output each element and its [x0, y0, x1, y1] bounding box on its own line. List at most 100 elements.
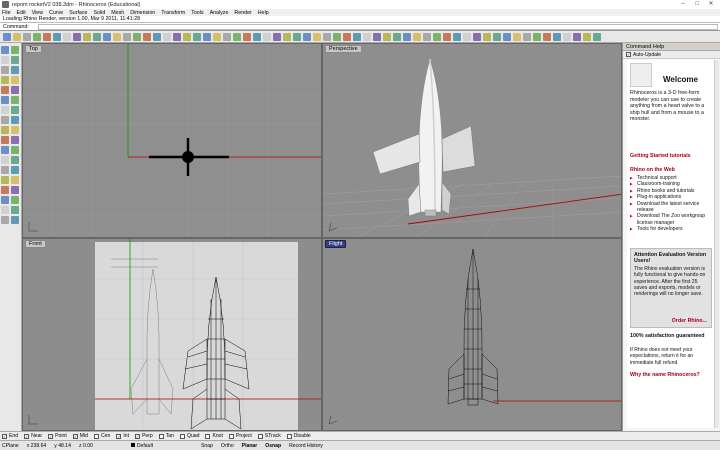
sidebar-tool-icon[interactable]: [1, 86, 9, 94]
osnap-checkbox[interactable]: [205, 433, 211, 439]
toolbar-tool-icon[interactable]: [473, 32, 481, 41]
toolbar-tool-icon[interactable]: [463, 32, 471, 41]
osnap-checkbox[interactable]: [228, 433, 234, 439]
close-icon[interactable]: ✕: [704, 0, 718, 8]
menu-curve[interactable]: Curve: [49, 10, 63, 16]
order-rhino-link[interactable]: Order Rhino...: [672, 318, 707, 324]
osnap-checkbox[interactable]: ✓: [116, 433, 122, 439]
panel-scrollbar[interactable]: [714, 60, 719, 428]
menu-transform[interactable]: Transform: [161, 10, 185, 16]
osnap-cen[interactable]: Cen: [93, 433, 110, 439]
osnap-tan[interactable]: Tan: [158, 433, 174, 439]
sidebar-tool-icon[interactable]: [1, 56, 9, 64]
toolbar-tool-icon[interactable]: [283, 32, 291, 41]
toolbar-tool-icon[interactable]: [53, 32, 61, 41]
menu-view[interactable]: View: [32, 10, 43, 16]
viewport-label-top[interactable]: Top: [25, 45, 42, 53]
sidebar-tool-icon[interactable]: [1, 66, 9, 74]
sidebar-tool-icon[interactable]: [1, 116, 9, 124]
toolbar-tool-icon[interactable]: [123, 32, 131, 41]
toolbar-tool-icon[interactable]: [163, 32, 171, 41]
viewport-top[interactable]: Top: [22, 43, 322, 238]
sidebar-tool-icon[interactable]: [1, 76, 9, 84]
planar-toggle[interactable]: Planar: [242, 443, 258, 449]
osnap-checkbox[interactable]: ✓: [24, 433, 30, 439]
toolbar-tool-icon[interactable]: [443, 32, 451, 41]
osnap-end[interactable]: ✓ End: [2, 433, 18, 439]
sidebar-tool-icon[interactable]: [1, 96, 9, 104]
toolbar-tool-icon[interactable]: [93, 32, 101, 41]
sidebar-tool-icon[interactable]: [11, 66, 19, 74]
toolbar-tool-icon[interactable]: [543, 32, 551, 41]
toolbar-tool-icon[interactable]: [523, 32, 531, 41]
toolbar-tool-icon[interactable]: [73, 32, 81, 41]
osnap-point[interactable]: ✓ Point: [48, 433, 67, 439]
toolbar-tool-icon[interactable]: [273, 32, 281, 41]
toolbar-tool-icon[interactable]: [433, 32, 441, 41]
osnap-checkbox[interactable]: [257, 433, 263, 439]
viewport-label-front[interactable]: Front: [25, 240, 46, 248]
toolbar-tool-icon[interactable]: [493, 32, 501, 41]
sidebar-tool-icon[interactable]: [11, 46, 19, 54]
record-history-toggle[interactable]: Record History: [289, 443, 323, 449]
menu-tools[interactable]: Tools: [191, 10, 203, 16]
toolbar-tool-icon[interactable]: [263, 32, 271, 41]
toolbar-tool-icon[interactable]: [553, 32, 561, 41]
sidebar-tool-icon[interactable]: [1, 166, 9, 174]
toolbar-tool-icon[interactable]: [303, 32, 311, 41]
toolbar-tool-icon[interactable]: [593, 32, 601, 41]
osnap-checkbox[interactable]: ✓: [2, 433, 7, 439]
toolbar-tool-icon[interactable]: [23, 32, 31, 41]
sidebar-tool-icon[interactable]: [11, 106, 19, 114]
sidebar-tool-icon[interactable]: [11, 116, 19, 124]
sidebar-tool-icon[interactable]: [1, 46, 9, 54]
snap-toggle[interactable]: Snap: [201, 443, 213, 449]
toolbar-tool-icon[interactable]: [513, 32, 521, 41]
toolbar-tool-icon[interactable]: [223, 32, 231, 41]
osnap-strack[interactable]: STrack: [257, 433, 281, 439]
toolbar-tool-icon[interactable]: [393, 32, 401, 41]
osnap-disable[interactable]: Disable: [286, 433, 311, 439]
menu-file[interactable]: File: [2, 10, 11, 16]
toolbar-tool-icon[interactable]: [33, 32, 41, 41]
sidebar-tool-icon[interactable]: [11, 156, 19, 164]
toolbar-tool-icon[interactable]: [113, 32, 121, 41]
sidebar-tool-icon[interactable]: [1, 206, 9, 214]
sidebar-tool-icon[interactable]: [11, 86, 19, 94]
osnap-checkbox[interactable]: [286, 433, 292, 439]
toolbar-tool-icon[interactable]: [293, 32, 301, 41]
osnap-toggle[interactable]: Osnap: [265, 443, 281, 449]
toolbar-tool-icon[interactable]: [573, 32, 581, 41]
toolbar-tool-icon[interactable]: [343, 32, 351, 41]
osnap-checkbox[interactable]: [93, 433, 99, 439]
auto-update-row[interactable]: ✓ Auto-Update: [623, 51, 720, 59]
osnap-checkbox[interactable]: ✓: [135, 433, 140, 439]
sidebar-tool-icon[interactable]: [1, 186, 9, 194]
toolbar-tool-icon[interactable]: [533, 32, 541, 41]
sidebar-tool-icon[interactable]: [11, 196, 19, 204]
osnap-checkbox[interactable]: [158, 433, 164, 439]
toolbar-tool-icon[interactable]: [323, 32, 331, 41]
link-service-release[interactable]: Download the latest service release: [630, 201, 712, 214]
menu-edit[interactable]: Edit: [17, 10, 26, 16]
viewport-label-perspective[interactable]: Perspective: [325, 45, 362, 53]
toolbar-tool-icon[interactable]: [383, 32, 391, 41]
sidebar-tool-icon[interactable]: [1, 196, 9, 204]
auto-update-checkbox[interactable]: ✓: [626, 52, 631, 57]
sidebar-tool-icon[interactable]: [11, 136, 19, 144]
toolbar-tool-icon[interactable]: [373, 32, 381, 41]
toolbar-tool-icon[interactable]: [153, 32, 161, 41]
osnap-int[interactable]: ✓ Int: [116, 433, 129, 439]
sidebar-tool-icon[interactable]: [11, 206, 19, 214]
sidebar-tool-icon[interactable]: [11, 146, 19, 154]
toolbar-tool-icon[interactable]: [63, 32, 71, 41]
toolbar-tool-icon[interactable]: [3, 32, 11, 41]
menu-solid[interactable]: Solid: [93, 10, 105, 16]
toolbar-tool-icon[interactable]: [13, 32, 21, 41]
sidebar-tool-icon[interactable]: [11, 126, 19, 134]
menu-analyze[interactable]: Analyze: [210, 10, 229, 16]
osnap-quad[interactable]: Quad: [179, 433, 199, 439]
sidebar-tool-icon[interactable]: [11, 166, 19, 174]
toolbar-tool-icon[interactable]: [563, 32, 571, 41]
osnap-mid[interactable]: ✓ Mid: [72, 433, 88, 439]
